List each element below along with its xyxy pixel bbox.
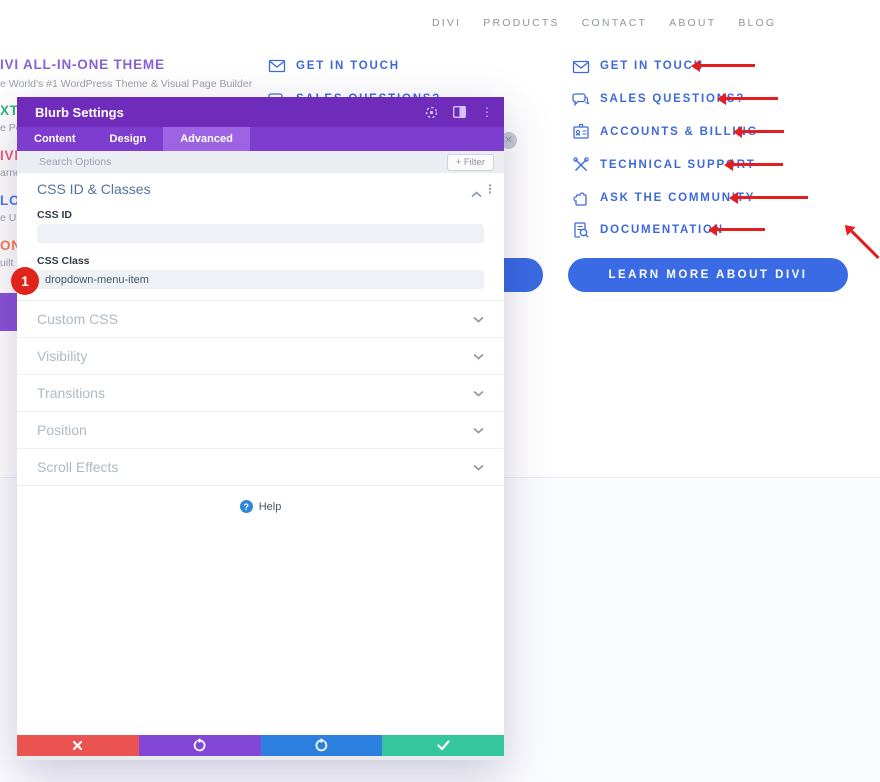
annotation-marker-1: 1 <box>11 267 39 295</box>
section-label: Transitions <box>37 385 105 401</box>
css-id-input[interactable] <box>37 224 484 243</box>
filter-button[interactable]: + Filter <box>447 154 494 171</box>
section-position[interactable]: Position <box>17 411 504 448</box>
learn-more-about-divi-button[interactable]: LEARN MORE ABOUT DIVI <box>568 258 848 292</box>
help-label: Help <box>259 501 282 513</box>
docs-icon <box>572 221 590 239</box>
nav-item-about[interactable]: ABOUT <box>669 17 716 29</box>
red-arrow <box>742 130 784 133</box>
page: DIVI PRODUCTS CONTACT ABOUT BLOG IVI ALL… <box>0 0 880 782</box>
nav-item-divi[interactable]: DIVI <box>432 17 461 29</box>
section-title-css-id-classes[interactable]: CSS ID & Classes <box>37 181 151 197</box>
snap-panel-icon[interactable] <box>452 105 466 119</box>
right-link-get-in-touch[interactable]: GET IN TOUCH <box>600 60 704 72</box>
tools-icon <box>572 156 590 174</box>
red-arrow <box>733 163 783 166</box>
modal-footer <box>17 735 504 756</box>
red-arrow <box>700 64 755 67</box>
chevron-down-icon <box>473 421 484 439</box>
tab-advanced[interactable]: Advanced <box>163 127 250 151</box>
nav-item-products[interactable]: PRODUCTS <box>483 17 560 29</box>
product-subtitle-divi-theme: e World's #1 WordPress Theme & Visual Pa… <box>0 78 252 90</box>
chat-icon <box>572 90 590 108</box>
envelope-icon <box>268 57 286 75</box>
modal-tabs: Content Design Advanced <box>17 127 504 151</box>
modal-title: Blurb Settings <box>35 105 124 120</box>
css-id-label: CSS ID <box>37 209 72 221</box>
red-arrow <box>726 97 778 100</box>
middle-link-get-in-touch[interactable]: GET IN TOUCH <box>296 60 400 72</box>
undo-button[interactable] <box>139 735 261 756</box>
css-class-input[interactable] <box>37 270 484 289</box>
kebab-menu-icon[interactable]: ⋮ <box>480 105 494 119</box>
modal-header-icons: ⋮ <box>424 105 494 119</box>
section-label: Position <box>37 422 87 438</box>
search-options-input[interactable] <box>37 155 447 169</box>
css-class-label: CSS Class <box>37 255 90 267</box>
chevron-up-icon[interactable] <box>471 185 482 203</box>
blurb-settings-modal: Blurb Settings ⋮ Content Design Advanced… <box>17 97 504 760</box>
help-icon: ? <box>240 500 253 513</box>
product-title-divi-theme: IVI ALL-IN-ONE THEME <box>0 57 165 72</box>
red-arrow-diagonal <box>851 230 880 259</box>
collapsed-sections: Custom CSS Visibility Transitions Positi… <box>17 300 504 486</box>
section-transitions[interactable]: Transitions <box>17 374 504 411</box>
redo-button[interactable] <box>261 735 383 756</box>
section-visibility[interactable]: Visibility <box>17 337 504 374</box>
modal-header: Blurb Settings ⋮ <box>17 97 504 127</box>
right-link-documentation[interactable]: DOCUMENTATION <box>600 224 724 236</box>
discard-button[interactable] <box>17 735 139 756</box>
section-label: Scroll Effects <box>37 459 118 475</box>
nav-item-contact[interactable]: CONTACT <box>582 17 647 29</box>
tab-design[interactable]: Design <box>93 127 164 151</box>
tab-content[interactable]: Content <box>17 127 93 151</box>
section-custom-css[interactable]: Custom CSS <box>17 300 504 337</box>
chevron-down-icon <box>473 347 484 365</box>
red-arrow <box>738 196 808 199</box>
help-link[interactable]: ? Help <box>17 500 504 513</box>
save-button[interactable] <box>382 735 504 756</box>
chevron-down-icon <box>473 458 484 476</box>
top-navigation: DIVI PRODUCTS CONTACT ABOUT BLOG <box>432 17 776 29</box>
community-icon <box>572 189 590 207</box>
chevron-down-icon <box>473 310 484 328</box>
section-scroll-effects[interactable]: Scroll Effects <box>17 448 504 486</box>
expand-modal-icon[interactable] <box>424 105 438 119</box>
chevron-down-icon <box>473 384 484 402</box>
red-arrow <box>717 228 765 231</box>
billing-icon <box>572 123 590 141</box>
section-label: Custom CSS <box>37 311 118 327</box>
section-kebab-icon[interactable]: ⋮ <box>484 182 496 196</box>
nav-item-blog[interactable]: BLOG <box>738 17 776 29</box>
section-label: Visibility <box>37 348 87 364</box>
search-options-bar: + Filter <box>17 151 504 173</box>
envelope-icon <box>572 58 590 76</box>
modal-footer-strip <box>17 756 504 760</box>
